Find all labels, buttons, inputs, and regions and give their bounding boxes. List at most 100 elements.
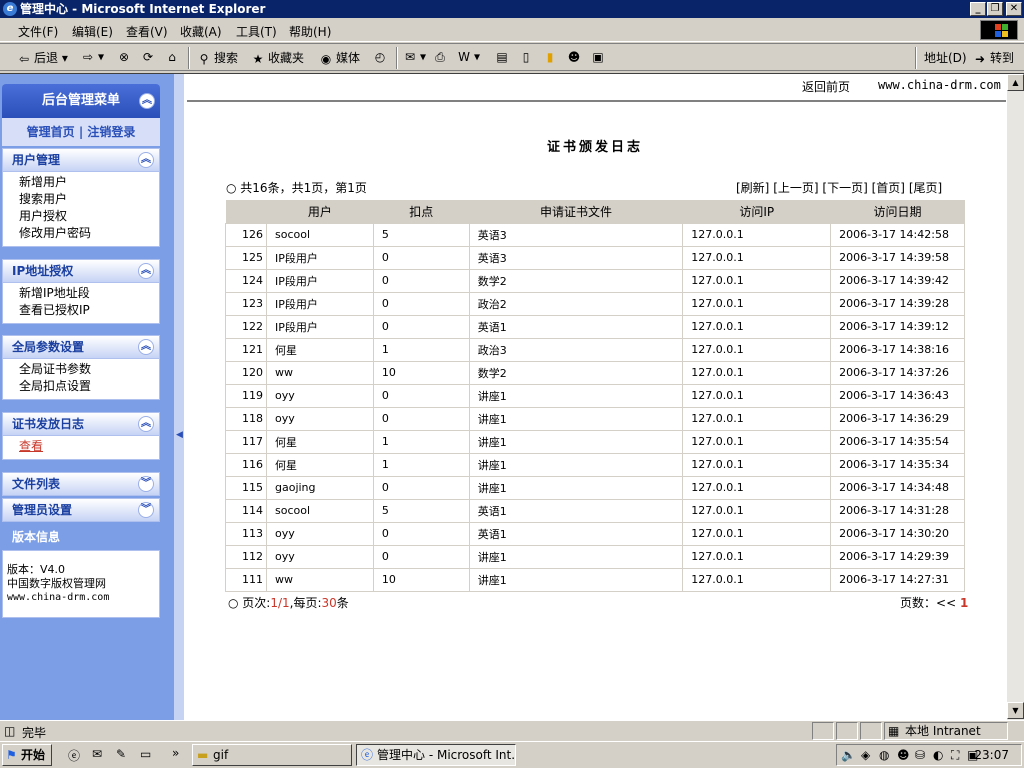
quick-launch-desktop-icon[interactable]: ▭ bbox=[140, 747, 151, 761]
tray-icon[interactable]: ☻ bbox=[897, 748, 910, 762]
menu-tools[interactable]: 工具(T) bbox=[236, 23, 277, 40]
back-home-link[interactable]: 返回前页 bbox=[802, 78, 850, 95]
print-button[interactable]: ⎙ bbox=[432, 49, 450, 65]
menu-help[interactable]: 帮助(H) bbox=[289, 23, 331, 40]
ie-icon: e bbox=[3, 2, 17, 16]
quick-launch-outlook-icon[interactable]: ✉ bbox=[92, 747, 102, 761]
menu-link-user-authorize[interactable]: 用户授权 bbox=[19, 208, 159, 225]
cell-user: oyy bbox=[265, 383, 374, 408]
tray-icon[interactable]: ⛁ bbox=[915, 748, 925, 762]
cell-points: 0 bbox=[372, 406, 470, 431]
research-button[interactable]: ▯ bbox=[518, 49, 536, 65]
tray-icon[interactable]: ◈ bbox=[861, 748, 870, 762]
discuss-button[interactable]: ▤ bbox=[494, 49, 512, 65]
cell-points: 0 bbox=[372, 521, 470, 546]
minimize-button[interactable]: _ bbox=[970, 2, 986, 16]
cell-points: 1 bbox=[372, 429, 470, 454]
cell-id: 114 bbox=[225, 498, 267, 523]
refresh-link[interactable]: [刷新] bbox=[736, 181, 769, 195]
collapse-icon[interactable]: ︽ bbox=[139, 93, 155, 109]
tray-icon[interactable]: ◍ bbox=[879, 748, 889, 762]
menu-link-view-ip[interactable]: 查看已授权IP bbox=[19, 302, 159, 319]
expand-icon[interactable]: ︾ bbox=[138, 476, 154, 492]
edit-button[interactable]: W ▾ bbox=[456, 49, 480, 65]
sidebar-splitter[interactable]: ◀ bbox=[174, 74, 184, 720]
next-page-link[interactable]: [下一页] bbox=[822, 181, 867, 195]
menu-edit[interactable]: 编辑(E) bbox=[72, 23, 113, 40]
menu-link-search-user[interactable]: 搜索用户 bbox=[19, 191, 159, 208]
forward-button[interactable]: ⇨ ▾ bbox=[80, 49, 104, 65]
menu-link-change-password[interactable]: 修改用户密码 bbox=[19, 225, 159, 242]
logout-link[interactable]: 注销登录 bbox=[87, 125, 135, 139]
collapse-icon[interactable]: ︽ bbox=[138, 416, 154, 432]
first-page-arrow[interactable]: << bbox=[936, 596, 956, 610]
menu-view[interactable]: 查看(V) bbox=[126, 23, 168, 40]
task-folder-gif[interactable]: ▬ gif bbox=[192, 744, 352, 766]
panel-header[interactable]: 全局参数设置 ︽ bbox=[2, 335, 160, 359]
mail-button[interactable]: ✉ ▾ bbox=[402, 49, 426, 65]
panel-header[interactable]: 用户管理 ︽ bbox=[2, 148, 160, 172]
expand-icon[interactable]: ︾ bbox=[138, 502, 154, 518]
panel-header[interactable]: 证书发放日志 ︽ bbox=[2, 412, 160, 436]
menu-link-add-user[interactable]: 新增用户 bbox=[19, 174, 159, 191]
sidebar-links: 管理首页 | 注销登录 bbox=[2, 118, 160, 146]
prev-page-link[interactable]: [上一页] bbox=[773, 181, 818, 195]
close-button[interactable]: ✕ bbox=[1006, 2, 1022, 16]
col-header-date: 访问日期 bbox=[830, 200, 965, 223]
restore-button[interactable]: ❐ bbox=[987, 2, 1003, 16]
last-page-link[interactable]: [尾页] bbox=[909, 181, 942, 195]
menu-link-view-log[interactable]: 查看 bbox=[19, 438, 159, 455]
home-icon: ⌂ bbox=[168, 50, 176, 64]
admin-home-link[interactable]: 管理首页 bbox=[27, 125, 75, 139]
favorites-button[interactable]: ★ 收藏夹 bbox=[250, 49, 304, 67]
page-title: 证书颁发日志 bbox=[546, 140, 643, 155]
pagination-links: [刷新] [上一页] [下一页] [首页] [尾页] bbox=[736, 179, 942, 196]
home-button[interactable]: ⌂ bbox=[164, 49, 182, 65]
task-ie-window[interactable]: ⓔ 管理中心 - Microsoft Int... bbox=[356, 744, 516, 766]
status-text: 完毕 bbox=[22, 726, 47, 740]
collapse-arrow-icon[interactable]: ◀ bbox=[176, 430, 183, 440]
panel-header[interactable]: IP地址授权 ︽ bbox=[2, 259, 160, 283]
collapse-icon[interactable]: ︽ bbox=[138, 339, 154, 355]
menu-link-cert-params[interactable]: 全局证书参数 bbox=[19, 361, 159, 378]
col-header-id bbox=[225, 200, 267, 223]
cell-user: oyy bbox=[265, 544, 374, 569]
qq-button[interactable]: ☻ bbox=[566, 49, 584, 65]
stop-button[interactable]: ⊗ bbox=[116, 49, 134, 65]
start-button[interactable]: ⚑ 开始 bbox=[2, 744, 52, 766]
quick-launch-ie-icon[interactable]: ⓔ bbox=[68, 747, 80, 764]
menu-link-deduct-settings[interactable]: 全局扣点设置 bbox=[19, 378, 159, 395]
back-button[interactable]: ⇦ 后退 ▾ bbox=[16, 49, 68, 67]
panel-header[interactable]: 管理员设置 ︾ bbox=[2, 498, 160, 522]
tray-icon[interactable]: ⛶ bbox=[951, 748, 959, 763]
tray-icon[interactable]: ◐ bbox=[933, 748, 943, 762]
current-page-number[interactable]: 1 bbox=[960, 596, 968, 610]
tool-button[interactable]: ▣ bbox=[590, 49, 608, 65]
panel-header[interactable]: 文件列表 ︾ bbox=[2, 472, 160, 496]
cell-date: 2006-3-17 14:27:31 bbox=[830, 567, 965, 592]
cell-file: 英语1 bbox=[468, 498, 684, 523]
scroll-up-icon[interactable]: ▲ bbox=[1007, 74, 1024, 91]
browser-viewport: 后台管理菜单 ︽ 管理首页 | 注销登录 用户管理 ︽ 新增用户 搜索用户 用户… bbox=[0, 73, 1024, 720]
menu-favorites[interactable]: 收藏(A) bbox=[180, 23, 222, 40]
messenger-button[interactable]: ▮ bbox=[542, 49, 560, 65]
history-button[interactable]: ◴ bbox=[372, 49, 390, 65]
refresh-button[interactable]: ⟳ bbox=[140, 49, 158, 65]
volume-icon[interactable]: 🔈 bbox=[841, 748, 856, 762]
go-button[interactable]: ➜ 转到 bbox=[972, 49, 1014, 67]
search-button[interactable]: ⚲ 搜索 bbox=[196, 49, 238, 67]
quick-launch-edit-icon[interactable]: ✎ bbox=[116, 747, 126, 761]
first-page-link[interactable]: [首页] bbox=[872, 181, 905, 195]
top-bar: 返回前页 www.china-drm.com bbox=[187, 74, 1006, 102]
cell-date: 2006-3-17 14:38:16 bbox=[830, 337, 965, 362]
menu-file[interactable]: 文件(F) bbox=[18, 23, 58, 40]
cell-id: 122 bbox=[225, 314, 267, 339]
menu-link-add-ip-range[interactable]: 新增IP地址段 bbox=[19, 285, 159, 302]
collapse-icon[interactable]: ︽ bbox=[138, 263, 154, 279]
scroll-down-icon[interactable]: ▼ bbox=[1007, 702, 1024, 719]
vertical-scrollbar[interactable]: ▲ ▼ bbox=[1006, 74, 1024, 720]
collapse-icon[interactable]: ︽ bbox=[138, 152, 154, 168]
chevron-right-icon[interactable]: » bbox=[172, 746, 179, 760]
table-row: 117 何星 1 讲座1 127.0.0.1 2006-3-17 14:35:54 bbox=[225, 429, 965, 454]
media-button[interactable]: ◉ 媒体 bbox=[318, 49, 360, 67]
